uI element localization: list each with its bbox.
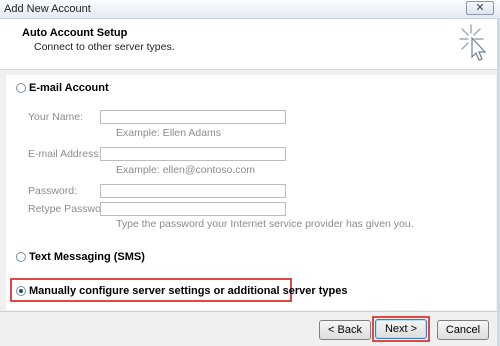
page-title: Auto Account Setup <box>22 27 128 39</box>
email-address-hint: Example: ellen@contoso.com <box>116 164 256 176</box>
retype-password-field[interactable] <box>100 202 286 216</box>
email-account-label[interactable]: E-mail Account <box>29 82 109 94</box>
password-label: Password: <box>28 185 78 197</box>
email-account-radio[interactable] <box>16 83 26 93</box>
close-icon: ✕ <box>475 2 485 14</box>
title-bar: Add New Account ✕ <box>0 0 500 19</box>
cancel-button[interactable]: Cancel <box>437 320 489 340</box>
manual-configure-label[interactable]: Manually configure server settings or ad… <box>29 285 348 297</box>
password-hint: Type the password your Internet service … <box>116 218 414 230</box>
email-address-label: E-mail Address: <box>28 148 102 160</box>
page-subtitle: Connect to other server types. <box>34 41 175 53</box>
password-field[interactable] <box>100 184 286 198</box>
text-messaging-label[interactable]: Text Messaging (SMS) <box>29 251 145 263</box>
header-panel: Auto Account Setup Connect to other serv… <box>0 19 500 70</box>
window-title: Add New Account <box>4 3 91 15</box>
wizard-burst-icon <box>459 24 487 61</box>
email-address-field[interactable] <box>100 147 286 161</box>
your-name-hint: Example: Ellen Adams <box>116 127 222 139</box>
close-button[interactable]: ✕ <box>466 1 494 15</box>
manual-configure-radio[interactable] <box>16 286 26 296</box>
footer-separator <box>0 311 500 312</box>
back-button[interactable]: < Back <box>319 320 371 340</box>
next-button[interactable]: Next > <box>375 319 427 339</box>
your-name-label: Your Name: <box>28 111 84 123</box>
your-name-field[interactable] <box>100 110 286 124</box>
text-messaging-radio[interactable] <box>16 252 26 262</box>
